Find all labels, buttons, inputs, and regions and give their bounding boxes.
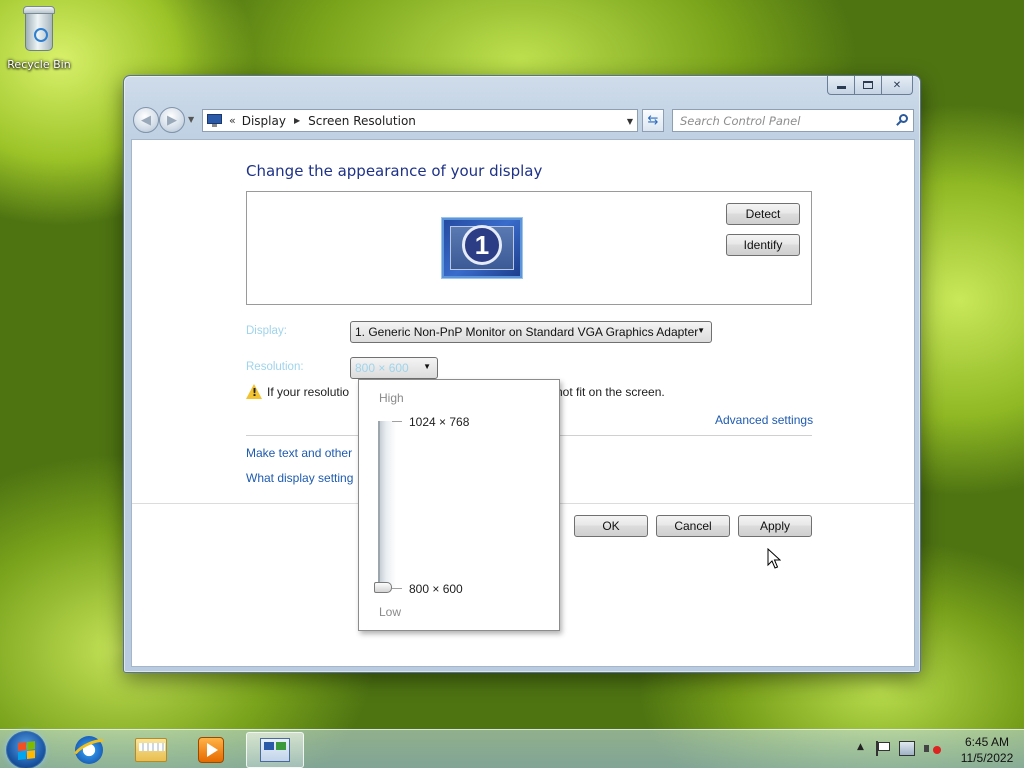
warning-text-end: not fit on the screen.	[556, 385, 665, 399]
clock-date: 11/5/2022	[960, 751, 1014, 765]
slider-low-label: Low	[379, 605, 402, 619]
taskbar-windows-explorer[interactable]	[122, 732, 180, 768]
mouse-cursor-icon	[767, 548, 781, 569]
windows-logo-icon	[18, 741, 36, 761]
recent-pages-button[interactable]: ▼	[188, 115, 194, 124]
clock-time: 6:45 AM	[964, 735, 1010, 749]
warning-icon: !	[246, 384, 263, 399]
slider-tick	[392, 588, 402, 589]
resolution-slider-thumb[interactable]	[374, 582, 392, 593]
display-label: Display:	[246, 325, 287, 337]
internet-explorer-icon	[75, 736, 103, 764]
close-button[interactable]: ✕	[882, 76, 913, 95]
start-button[interactable]	[6, 731, 46, 768]
navigation-bar: ◀ ▶ ▼ « Display ▶ Screen Resolution ▼ ⇆ …	[131, 106, 914, 134]
min-resolution-label[interactable]: 800 × 600	[409, 582, 463, 596]
identify-button[interactable]: Identify	[726, 234, 800, 256]
resolution-select-value: 800 × 600	[355, 361, 409, 375]
volume-muted-icon[interactable]	[924, 741, 942, 757]
breadcrumb-display[interactable]: Display	[242, 114, 286, 128]
warning-text-start: If your resolutio	[267, 385, 350, 399]
taskbar: ▲ 6:45 AM 11/5/2022	[0, 729, 1024, 768]
control-panel-icon	[260, 738, 290, 762]
caption-buttons: ✕	[827, 76, 913, 95]
desktop-icon-label: Recycle Bin	[7, 58, 71, 71]
resolution-slider-popup: High 1024 × 768 800 × 600 Low	[358, 379, 560, 631]
chevron-down-icon: ▼	[697, 326, 705, 335]
cancel-button[interactable]: Cancel	[656, 515, 730, 537]
taskbar-control-panel[interactable]	[246, 732, 304, 768]
media-player-icon	[198, 737, 224, 763]
search-icon[interactable]	[896, 114, 908, 126]
refresh-icon: ⇆	[647, 113, 659, 128]
address-bar[interactable]: « Display ▶ Screen Resolution ▼	[202, 109, 638, 132]
advanced-settings-link[interactable]: Advanced settings	[715, 413, 813, 427]
forward-button[interactable]: ▶	[159, 107, 185, 133]
taskbar-media-player[interactable]	[182, 732, 240, 768]
search-box[interactable]: Search Control Panel	[672, 109, 914, 132]
resolution-label: Resolution:	[246, 361, 304, 373]
monitor-arrangement-box: 1 Detect Identify	[246, 191, 812, 305]
close-icon: ✕	[892, 79, 902, 91]
breadcrumb-screen-resolution[interactable]: Screen Resolution	[308, 114, 416, 128]
refresh-button[interactable]: ⇆	[642, 109, 664, 132]
resolution-select[interactable]: 800 × 600 ▼	[350, 357, 438, 379]
slider-tick	[392, 421, 402, 422]
network-icon[interactable]	[899, 741, 915, 756]
notification-area: ▲ 6:45 AM 11/5/2022	[834, 730, 1024, 768]
maximize-icon	[863, 81, 873, 89]
breadcrumb-separator-icon[interactable]: ▶	[294, 116, 300, 125]
minimize-icon	[836, 86, 846, 89]
forward-arrow-icon: ▶	[167, 112, 177, 128]
action-center-icon[interactable]	[876, 741, 890, 756]
slider-high-label: High	[379, 391, 404, 405]
windows-explorer-icon	[135, 738, 167, 762]
breadcrumb-overflow[interactable]: «	[229, 114, 236, 127]
display-settings-help-link[interactable]: What display setting	[246, 471, 353, 485]
max-resolution-label[interactable]: 1024 × 768	[409, 415, 469, 429]
search-placeholder: Search Control Panel	[680, 113, 801, 128]
text-size-link[interactable]: Make text and other	[246, 446, 352, 460]
page-title: Change the appearance of your display	[246, 162, 543, 180]
back-button[interactable]: ◀	[133, 107, 159, 133]
desktop-icon-recycle-bin[interactable]: Recycle Bin	[6, 6, 72, 71]
back-arrow-icon: ◀	[141, 112, 151, 128]
resolution-slider-track[interactable]	[378, 421, 396, 589]
detect-button[interactable]: Detect	[726, 203, 800, 225]
address-dropdown-icon[interactable]: ▼	[627, 117, 633, 126]
recycle-bin-icon	[21, 6, 57, 52]
content-pane: Change the appearance of your display 1 …	[131, 139, 915, 667]
apply-button[interactable]: Apply	[738, 515, 812, 537]
show-hidden-icons-icon[interactable]: ▲	[857, 742, 864, 752]
display-control-panel-icon	[206, 113, 224, 128]
monitor-number: 1	[462, 225, 502, 265]
maximize-button[interactable]	[855, 76, 882, 95]
monitor-icon[interactable]: 1	[442, 218, 522, 278]
ok-button[interactable]: OK	[574, 515, 648, 537]
display-select-value: 1. Generic Non-PnP Monitor on Standard V…	[355, 325, 699, 339]
taskbar-internet-explorer[interactable]	[60, 732, 118, 768]
display-select[interactable]: 1. Generic Non-PnP Monitor on Standard V…	[350, 321, 712, 343]
screen-resolution-window: ✕ ◀ ▶ ▼ « Display ▶ Screen Resolution ▼ …	[123, 75, 921, 673]
minimize-button[interactable]	[827, 76, 855, 95]
clock[interactable]: 6:45 AM 11/5/2022	[954, 734, 1020, 766]
chevron-down-icon: ▼	[423, 362, 431, 371]
